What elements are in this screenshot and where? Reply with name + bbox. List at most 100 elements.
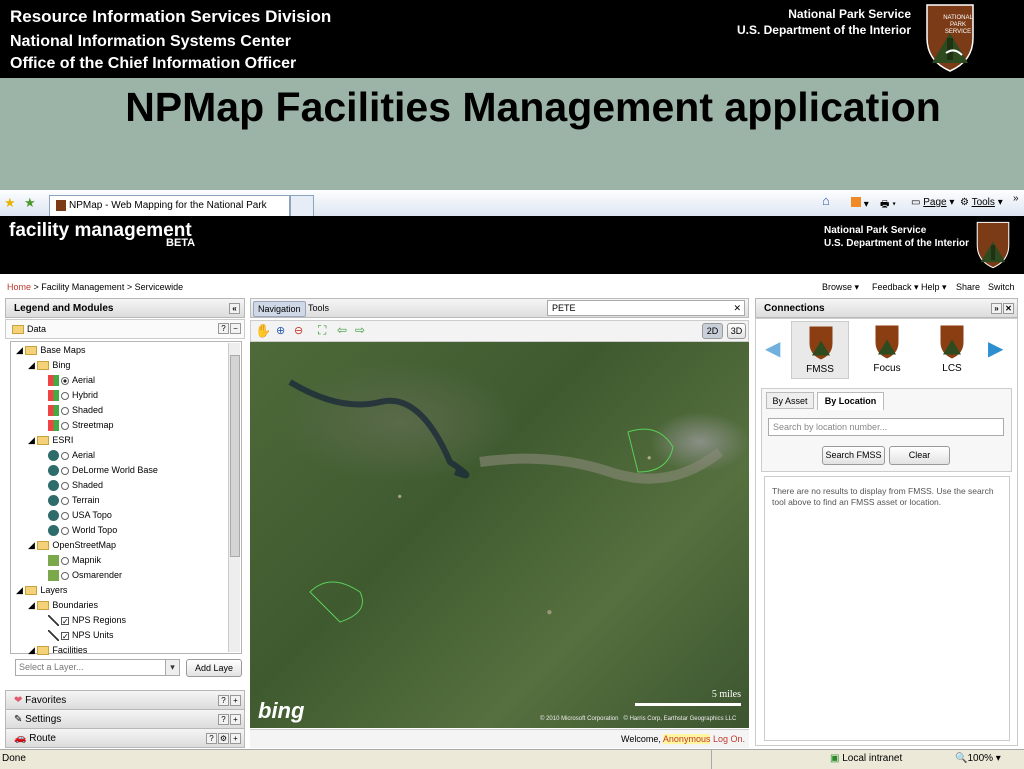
view-3d-button[interactable]: 3D	[727, 323, 746, 339]
app-department: U.S. Department of the Interior	[824, 238, 970, 249]
connections-header: Connections » ✕	[755, 298, 1018, 318]
welcome-text: Welcome, Anonymous Log On.	[621, 734, 745, 744]
full-extent-icon[interactable]: ⛶	[318, 323, 326, 338]
route-expand-icon[interactable]: +	[230, 733, 241, 744]
tree-scrollbar-thumb[interactable]	[230, 355, 240, 557]
scale-bar	[635, 703, 741, 706]
add-favorite-icon[interactable]: ★	[24, 195, 36, 211]
new-tab-button[interactable]	[290, 195, 314, 217]
tree-scrollbar[interactable]	[228, 343, 240, 652]
app-agency: National Park Service	[824, 225, 927, 236]
nav-browse[interactable]: Browse ▾	[822, 282, 859, 293]
results-panel: There are no results to display from FMS…	[764, 476, 1010, 741]
zoom-out-icon[interactable]: ⊖	[294, 324, 303, 337]
app-lcs[interactable]: LCS	[923, 321, 981, 379]
favorites-expand-icon[interactable]: +	[230, 695, 241, 706]
nav-share[interactable]: Share	[956, 282, 980, 292]
osm-osmarender-radio[interactable]: Osmarender	[48, 570, 122, 582]
app-focus[interactable]: Focus	[858, 321, 916, 379]
expand-right-icon[interactable]: »	[991, 303, 1002, 314]
globe-icon	[48, 450, 59, 462]
route-settings-icon[interactable]: ⚙	[218, 733, 229, 744]
tree-bing[interactable]: ◢ Bing	[28, 360, 70, 371]
osm-mapnik-radio[interactable]: Mapnik	[48, 555, 101, 567]
breadcrumb-section[interactable]: Facility Management	[41, 282, 124, 292]
feeds-icon[interactable]: ▾	[851, 197, 869, 210]
nps-units-checkbox[interactable]: ✓ NPS Units	[48, 630, 114, 642]
nps-regions-checkbox[interactable]: ✓ NPS Regions	[48, 615, 126, 627]
esri-delorme-radio[interactable]: DeLorme World Base	[48, 465, 158, 477]
data-section-header[interactable]: Data ? −	[5, 319, 245, 339]
tree-esri[interactable]: ◢ ESRI	[28, 435, 73, 446]
tab-by-asset[interactable]: By Asset	[766, 392, 814, 409]
bing-streetmap-radio[interactable]: Streetmap	[48, 420, 114, 432]
zoom-icon: 🔍	[955, 753, 968, 764]
heart-icon: ❤	[14, 695, 23, 706]
map-search-input[interactable]: PETE ✕	[547, 300, 745, 316]
esri-shaded-radio[interactable]: Shaded	[48, 480, 103, 492]
tab-navigation[interactable]: Navigation	[253, 301, 306, 317]
browser-status-bar: Done ▣ Local intranet 🔍100% ▾	[0, 749, 1024, 769]
prev-arrow-icon[interactable]: ◀	[765, 336, 780, 361]
favorites-help-icon[interactable]: ?	[218, 695, 229, 706]
esri-aerial-radio[interactable]: Aerial	[48, 450, 95, 462]
view-2d-button[interactable]: 2D	[702, 323, 723, 339]
next-arrow-icon[interactable]: ▶	[988, 336, 1003, 361]
select-layer-dropdown[interactable]: Select a Layer... ▾	[15, 659, 180, 676]
tab-by-location[interactable]: By Location	[817, 392, 884, 410]
tree-layers[interactable]: ◢ Layers	[16, 585, 67, 596]
favorites-star-icon[interactable]: ★	[4, 195, 16, 211]
route-section[interactable]: 🚗 Route ? ⚙ +	[5, 728, 245, 748]
settings-icon: ✎	[14, 714, 23, 725]
tab-tools[interactable]: Tools	[308, 303, 329, 313]
home-icon[interactable]: ⌂	[822, 193, 830, 208]
bing-aerial-radio[interactable]: Aerial	[48, 375, 95, 387]
add-layer-button[interactable]: Add Laye	[186, 659, 242, 677]
favorites-section[interactable]: ❤ Favorites ? +	[5, 690, 245, 710]
chevron-more-icon[interactable]: »	[1013, 193, 1019, 204]
route-help-icon[interactable]: ?	[206, 733, 217, 744]
esri-terrain-radio[interactable]: Terrain	[48, 495, 100, 507]
tools-menu[interactable]: ⚙ Tools ▾	[960, 197, 1003, 208]
forward-arrow-icon[interactable]: ⇨	[355, 323, 365, 337]
settings-expand-icon[interactable]: +	[230, 714, 241, 725]
tree-facilities[interactable]: ◢ Facilities	[28, 645, 87, 656]
intranet-icon: ▣	[830, 753, 840, 764]
data-help-icon[interactable]: ?	[218, 323, 229, 334]
esri-world-topo-radio[interactable]: World Topo	[48, 525, 117, 537]
tree-base-maps[interactable]: ◢ Base Maps	[16, 345, 85, 356]
page-menu[interactable]: ▭ Page ▾	[911, 197, 954, 208]
settings-section[interactable]: ✎ Settings ? +	[5, 709, 245, 729]
svg-text:NATIONAL: NATIONAL	[943, 15, 973, 21]
nav-switch[interactable]: Switch	[988, 282, 1015, 292]
browser-tab[interactable]: NPMap - Web Mapping for the National Par…	[49, 195, 290, 231]
tree-openstreetmap[interactable]: ◢ OpenStreetMap	[28, 540, 116, 551]
print-icon[interactable]: 🖶 ▾	[880, 197, 896, 214]
close-right-icon[interactable]: ✕	[1003, 303, 1014, 314]
nav-help[interactable]: Help ▾	[921, 282, 947, 293]
bing-hybrid-radio[interactable]: Hybrid	[48, 390, 98, 402]
app-fmss[interactable]: FMSS	[791, 321, 849, 379]
tree-boundaries[interactable]: ◢ Boundaries	[28, 600, 98, 611]
esri-usa-topo-radio[interactable]: USA Topo	[48, 510, 112, 522]
nav-feedback[interactable]: Feedback ▾	[872, 282, 919, 293]
clear-search-icon[interactable]: ✕	[733, 301, 741, 315]
lcs-label: LCS	[942, 363, 962, 374]
nps-arrowhead-logo: NATIONAL PARK SERVICE	[926, 4, 974, 72]
settings-help-icon[interactable]: ?	[218, 714, 229, 725]
bing-shaded-radio[interactable]: Shaded	[48, 405, 103, 417]
location-search-input[interactable]: Search by location number...	[768, 418, 1004, 436]
map-canvas[interactable]: 5 miles bing © 2010 Microsoft Corporatio…	[250, 342, 749, 728]
zoom-level[interactable]: 🔍100% ▾	[955, 753, 1001, 764]
breadcrumb-home[interactable]: Home	[7, 282, 31, 292]
pan-hand-icon[interactable]: ✋	[255, 323, 271, 339]
back-arrow-icon[interactable]: ⇦	[337, 323, 347, 337]
zoom-in-icon[interactable]: ⊕	[276, 324, 285, 337]
log-on-link[interactable]: Log On.	[713, 734, 745, 744]
collapse-left-icon[interactable]: «	[229, 303, 240, 314]
data-collapse-icon[interactable]: −	[230, 323, 241, 334]
slide-division: Resource Information Services Division	[10, 7, 332, 26]
search-fmss-button[interactable]: Search FMSS	[822, 446, 885, 465]
chevron-down-icon[interactable]: ▾	[165, 660, 179, 675]
clear-button[interactable]: Clear	[889, 446, 950, 465]
